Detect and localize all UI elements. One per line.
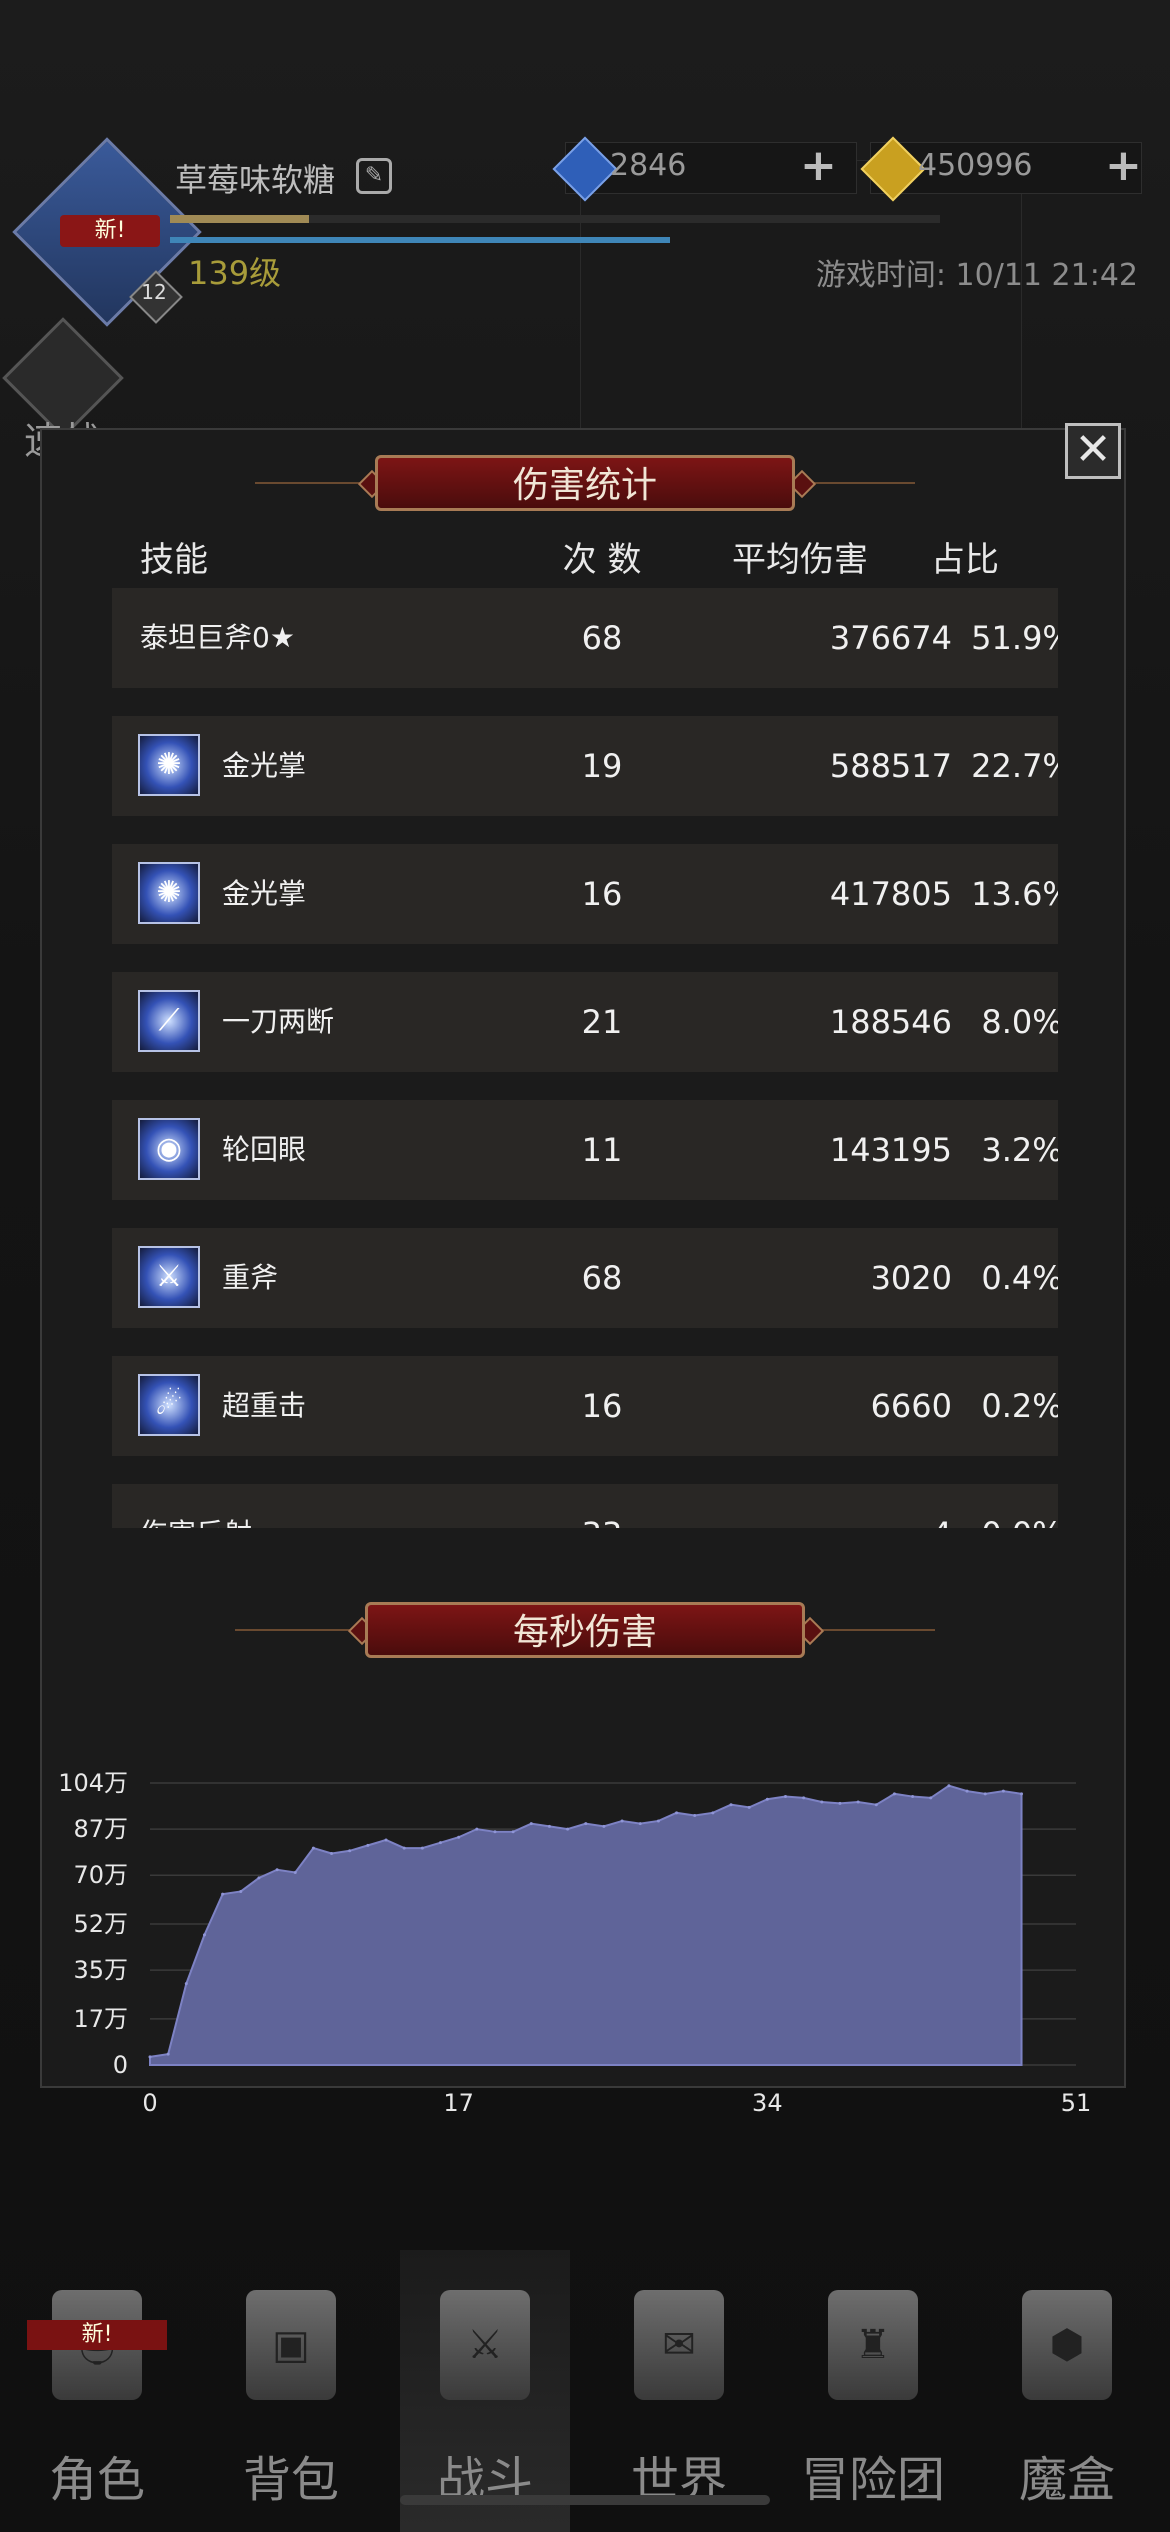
data-point: [275, 1868, 279, 1872]
data-point: [584, 1822, 588, 1826]
y-tick-label: 70万: [73, 1861, 128, 1889]
data-point: [511, 1830, 515, 1834]
dps-area-series: [149, 1784, 1023, 2066]
data-point: [729, 1803, 733, 1807]
backpack-icon: ▣: [246, 2290, 336, 2400]
magic-box-icon: ⬢: [1022, 2290, 1112, 2400]
y-tick-label: 0: [113, 2051, 128, 2079]
data-point: [1020, 1792, 1024, 1796]
sword-shield-icon: ⚔: [440, 2290, 530, 2400]
y-tick-label: 104万: [58, 1769, 128, 1797]
data-point: [384, 1838, 388, 1842]
nav-label: 背包: [242, 2452, 339, 2508]
x-tick-label: 51: [1061, 2089, 1092, 2117]
data-point: [493, 1830, 497, 1834]
data-point: [257, 1876, 261, 1880]
map-icon: ✉: [634, 2290, 724, 2400]
castle-icon: ♜: [828, 2290, 918, 2400]
y-tick-label: 52万: [73, 1910, 128, 1938]
data-point: [221, 1892, 225, 1896]
data-point: [566, 1827, 570, 1831]
data-point: [620, 1819, 624, 1823]
data-point: [1001, 1789, 1005, 1793]
nav-item-magic-box[interactable]: ⬢ 魔盒: [982, 2270, 1152, 2530]
data-point: [420, 1846, 424, 1850]
y-tick-label: 35万: [73, 1956, 128, 1984]
nav-label: 冒险团: [800, 2452, 945, 2508]
home-indicator[interactable]: [400, 2495, 770, 2505]
data-point: [148, 2055, 152, 2059]
data-point: [366, 1843, 370, 1847]
nav-item-battle[interactable]: ⚔ 战斗: [400, 2270, 570, 2530]
y-tick-label: 17万: [73, 2005, 128, 2033]
data-point: [529, 1822, 533, 1826]
data-point: [439, 1841, 443, 1845]
data-point: [783, 1795, 787, 1799]
data-point: [602, 1824, 606, 1828]
data-point: [638, 1822, 642, 1826]
nav-item-character[interactable]: ⛑ 新! 角色: [12, 2270, 182, 2530]
nav-label: 魔盒: [1018, 2452, 1115, 2508]
nav-item-world[interactable]: ✉ 世界: [594, 2270, 764, 2530]
data-point: [929, 1796, 933, 1800]
x-tick-label: 34: [752, 2089, 783, 2117]
data-point: [947, 1784, 951, 1788]
data-point: [856, 1800, 860, 1804]
data-point: [475, 1827, 479, 1831]
data-point: [166, 2052, 170, 2056]
data-point: [765, 1797, 769, 1801]
data-point: [293, 1870, 297, 1874]
data-point: [656, 1819, 660, 1823]
data-point: [348, 1849, 352, 1853]
data-point: [184, 1982, 188, 1986]
data-point: [330, 1852, 334, 1855]
data-point: [820, 1800, 824, 1804]
data-point: [892, 1792, 896, 1796]
data-point: [838, 1801, 842, 1805]
data-point: [711, 1811, 715, 1815]
data-point: [239, 1889, 243, 1893]
x-tick-label: 17: [443, 2089, 474, 2117]
nav-new-badge: 新!: [27, 2320, 167, 2350]
data-point: [874, 1803, 878, 1807]
data-point: [911, 1795, 915, 1799]
data-point: [983, 1792, 987, 1796]
data-point: [402, 1846, 406, 1850]
data-point: [747, 1805, 751, 1809]
data-point: [965, 1789, 969, 1793]
data-point: [547, 1824, 551, 1828]
y-tick-label: 87万: [73, 1815, 128, 1843]
data-point: [802, 1796, 806, 1800]
nav-item-adventure-group[interactable]: ♜ 冒险团: [788, 2270, 958, 2530]
x-tick-label: 0: [142, 2089, 157, 2117]
data-point: [693, 1814, 697, 1818]
data-point: [311, 1846, 315, 1850]
data-point: [457, 1835, 461, 1839]
dps-chart: 0 17万 35万 52万 70万 87万 104万 0 17 34 51: [58, 1769, 1092, 2117]
data-point: [675, 1811, 679, 1815]
nav-item-backpack[interactable]: ▣ 背包: [206, 2270, 376, 2530]
nav-label: 角色: [48, 2452, 145, 2508]
data-point: [202, 1933, 206, 1937]
